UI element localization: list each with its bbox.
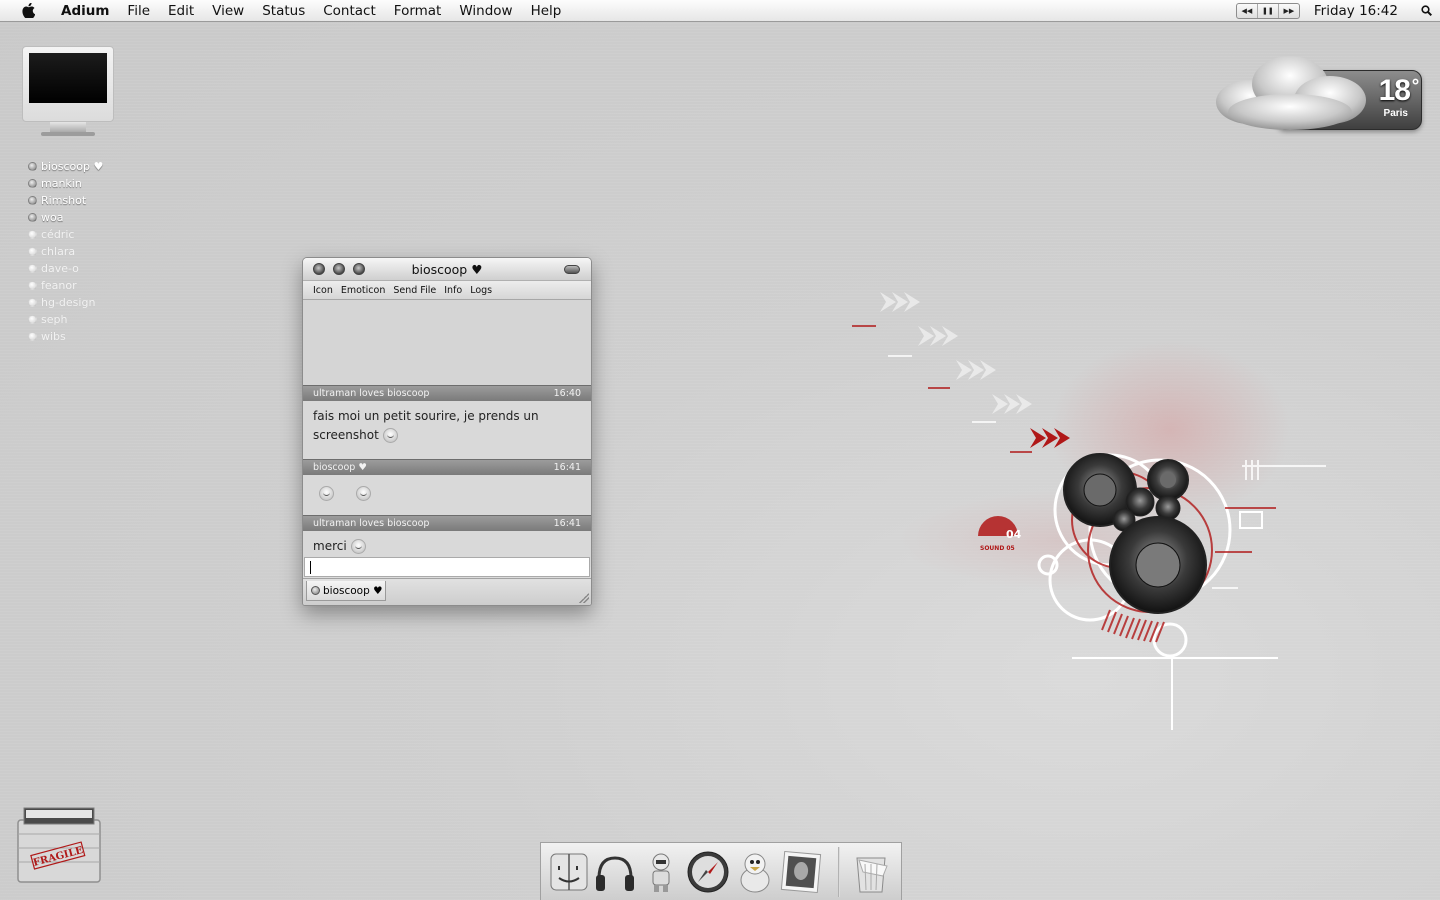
smiley-icon xyxy=(382,428,398,443)
trash-icon[interactable] xyxy=(849,850,893,894)
menu-view[interactable]: View xyxy=(203,0,253,22)
menu-status[interactable]: Status xyxy=(253,0,314,22)
close-button[interactable] xyxy=(313,263,325,275)
message-sender: ultraman loves bioscoop xyxy=(313,388,430,399)
contact-item-dave-o[interactable]: dave-o xyxy=(28,260,103,277)
status-dot-icon xyxy=(28,264,37,273)
menu-contact[interactable]: Contact xyxy=(314,0,385,22)
zoom-button[interactable] xyxy=(353,263,365,275)
contact-item-rimshot[interactable]: Rimshot xyxy=(28,192,103,209)
status-dot-icon xyxy=(28,162,37,171)
status-dot-icon xyxy=(28,196,37,205)
weather-city: Paris xyxy=(1383,108,1408,119)
menu-adium[interactable]: Adium xyxy=(52,0,118,22)
contact-item-cedric[interactable]: cédric xyxy=(28,226,103,243)
weather-widget[interactable]: 18 ° Paris xyxy=(1206,52,1424,136)
status-dot-icon xyxy=(28,179,37,188)
text-caret xyxy=(310,561,311,574)
message-time: 16:41 xyxy=(553,462,581,473)
contact-item-seph[interactable]: seph xyxy=(28,311,103,328)
art-number: 04 xyxy=(1006,528,1022,541)
menubar-clock[interactable]: Friday 16:42 xyxy=(1314,3,1398,19)
cloud-icon xyxy=(1216,56,1366,130)
message-header: bioscoop ♥ 16:41 xyxy=(303,459,591,475)
temperature: 18 xyxy=(1378,74,1411,107)
contact-list: bioscoop ♥ mankin Rimshot woa cédric chl… xyxy=(28,158,103,345)
status-dot-icon xyxy=(28,281,37,290)
chat-toolbar: Icon Emoticon Send File Info Logs xyxy=(303,281,591,300)
menu-help[interactable]: Help xyxy=(522,0,571,22)
message-input[interactable] xyxy=(304,557,590,577)
icon-button[interactable]: Icon xyxy=(309,285,337,296)
message-time: 16:41 xyxy=(553,518,581,529)
photo-icon[interactable] xyxy=(779,850,823,894)
tab-label: bioscoop ♥ xyxy=(323,584,383,597)
imac-hard-drive-icon[interactable] xyxy=(22,46,114,140)
media-controls: ◀◀ ❚❚ ▶▶ xyxy=(1235,2,1300,19)
wallpaper-speaker-art: 04 SOUND 05 xyxy=(852,292,1326,730)
message-sender: ultraman loves bioscoop xyxy=(313,518,430,529)
smiley-icon xyxy=(355,486,371,501)
menu-format[interactable]: Format xyxy=(385,0,451,22)
send-file-button[interactable]: Send File xyxy=(389,285,440,296)
smiley-icon xyxy=(350,539,366,554)
message-header: ultraman loves bioscoop 16:40 xyxy=(303,385,591,401)
status-dot-icon xyxy=(28,247,37,256)
fast-forward-icon[interactable]: ▶▶ xyxy=(1279,4,1299,18)
message-time: 16:40 xyxy=(553,388,581,399)
chat-history-empty xyxy=(303,300,591,385)
resize-grip-icon[interactable] xyxy=(579,593,589,603)
smiley-icon xyxy=(319,486,334,501)
rewind-icon[interactable]: ◀◀ xyxy=(1237,4,1257,18)
info-button[interactable]: Info xyxy=(440,285,466,296)
contact-item-bioscoop[interactable]: bioscoop ♥ xyxy=(28,158,103,175)
spotlight-search-icon[interactable] xyxy=(1412,5,1440,16)
chat-window: bioscoop ♥ Icon Emoticon Send File Info … xyxy=(302,257,592,606)
minimize-button[interactable] xyxy=(333,263,345,275)
chat-titlebar[interactable]: bioscoop ♥ xyxy=(303,258,591,281)
pause-icon[interactable]: ❚❚ xyxy=(1256,3,1279,18)
status-dot-icon xyxy=(28,315,37,324)
apple-menu-icon[interactable] xyxy=(18,0,38,22)
message-body: fais moi un petit sourire, je prends un … xyxy=(303,401,591,459)
menu-bar: Adium File Edit View Status Contact Form… xyxy=(0,0,1440,22)
message-header: ultraman loves bioscoop 16:41 xyxy=(303,515,591,531)
emoticon-button[interactable]: Emoticon xyxy=(337,285,390,296)
adium-duck-icon[interactable] xyxy=(733,850,777,894)
robot-icon[interactable] xyxy=(639,850,683,894)
status-dot-icon xyxy=(311,586,320,595)
menu-file[interactable]: File xyxy=(118,0,159,22)
message-text: fais moi un petit sourire, je prends un … xyxy=(313,409,539,442)
status-dot-icon xyxy=(28,298,37,307)
safari-icon[interactable] xyxy=(686,850,730,894)
logs-button[interactable]: Logs xyxy=(466,285,496,296)
dock-separator xyxy=(838,847,840,897)
status-dot-icon xyxy=(28,230,37,239)
headphones-icon[interactable] xyxy=(593,850,637,894)
menu-edit[interactable]: Edit xyxy=(159,0,203,22)
chat-tab-bar: bioscoop ♥ xyxy=(303,578,591,605)
contact-item-hg-design[interactable]: hg-design xyxy=(28,294,103,311)
degree-symbol: ° xyxy=(1411,76,1420,97)
contact-item-feanor[interactable]: feanor xyxy=(28,277,103,294)
contact-item-chlara[interactable]: chlara xyxy=(28,243,103,260)
contact-item-wibs[interactable]: wibs xyxy=(28,328,103,345)
message-sender: bioscoop ♥ xyxy=(313,462,367,473)
contact-item-woa[interactable]: woa xyxy=(28,209,103,226)
status-dot-icon xyxy=(28,213,37,222)
fragile-box-icon[interactable]: FRAGILE xyxy=(14,804,104,886)
menu-window[interactable]: Window xyxy=(450,0,521,22)
dock xyxy=(540,842,902,900)
toolbar-toggle-button[interactable] xyxy=(564,265,580,274)
message-text: merci xyxy=(313,539,347,553)
art-label: SOUND 05 xyxy=(980,545,1015,552)
chat-tab-bioscoop[interactable]: bioscoop ♥ xyxy=(306,581,386,601)
finder-icon[interactable] xyxy=(547,850,591,894)
status-dot-icon xyxy=(28,332,37,341)
contact-item-mankin[interactable]: mankin xyxy=(28,175,103,192)
message-body xyxy=(303,475,591,515)
